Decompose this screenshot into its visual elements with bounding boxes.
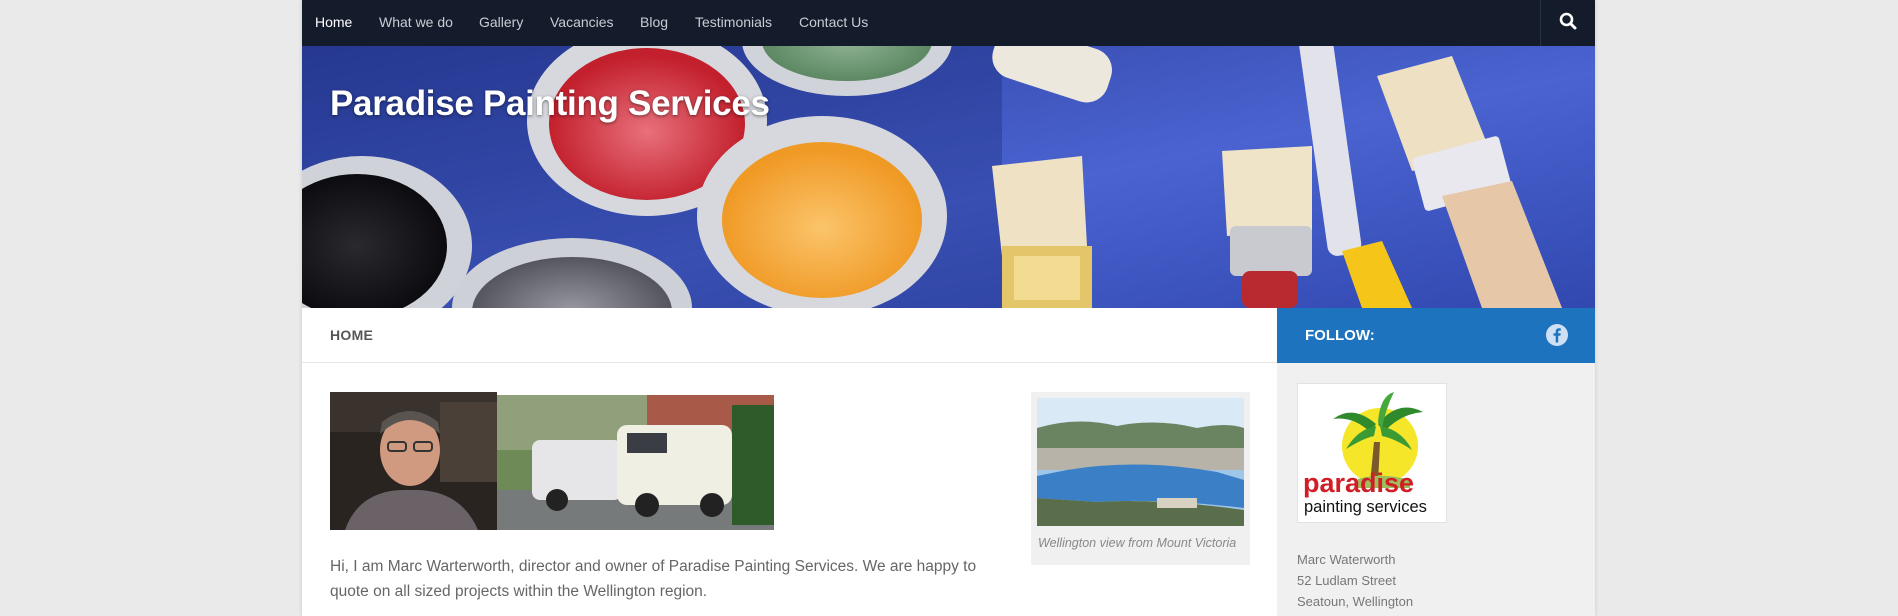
logo-subtext: painting services — [1304, 498, 1427, 516]
wellington-figure: Wellington view from Mount Victoria — [1031, 392, 1250, 565]
follow-label: FOLLOW: — [1305, 327, 1375, 344]
nav-testimonials[interactable]: Testimonials — [695, 0, 772, 46]
main-content: HOME Hi, I am Marc Warterworth, director… — [302, 308, 1277, 616]
intro-paragraph: Hi, I am Marc Warterworth, director and … — [330, 554, 1030, 604]
intro-line-1: Hi, I am Marc Warterworth, director and … — [330, 558, 977, 575]
nav-home[interactable]: Home — [315, 0, 352, 46]
owner-portrait-image — [330, 392, 497, 530]
search-icon — [1559, 12, 1577, 30]
figure-caption: Wellington view from Mount Victoria — [1038, 536, 1237, 550]
company-vans-image — [497, 395, 774, 530]
wellington-view-image[interactable] — [1037, 398, 1244, 526]
facebook-link[interactable] — [1545, 323, 1569, 347]
page-heading-bar: HOME — [302, 308, 1277, 363]
follow-bar: FOLLOW: — [1277, 308, 1595, 363]
address-street: 52 Ludlam Street — [1297, 573, 1397, 588]
nav-what-we-do[interactable]: What we do — [379, 0, 453, 46]
facebook-icon — [1546, 324, 1568, 346]
address-name: Marc Waterworth — [1297, 552, 1396, 567]
nav-contact-us[interactable]: Contact Us — [799, 0, 868, 46]
header-banner: Paradise Painting Services — [302, 46, 1595, 308]
search-button[interactable] — [1540, 0, 1595, 46]
intro-line-2: quote on all sized projects within the W… — [330, 583, 708, 600]
company-logo[interactable]: paradise painting services — [1297, 383, 1447, 523]
page-title: HOME — [330, 327, 374, 343]
nav-vacancies[interactable]: Vacancies — [550, 0, 614, 46]
nav-gallery[interactable]: Gallery — [479, 0, 523, 46]
sidebar: FOLLOW: paradise painting services Marc … — [1277, 308, 1595, 616]
address-suburb: Seatoun, Wellington — [1297, 594, 1414, 609]
site-title[interactable]: Paradise Painting Services — [330, 84, 770, 124]
logo-word: paradise — [1303, 468, 1414, 498]
nav-blog[interactable]: Blog — [640, 0, 668, 46]
top-nav: Home What we do Gallery Vacancies Blog T… — [302, 0, 1595, 46]
page-wrapper: Home What we do Gallery Vacancies Blog T… — [302, 0, 1595, 616]
